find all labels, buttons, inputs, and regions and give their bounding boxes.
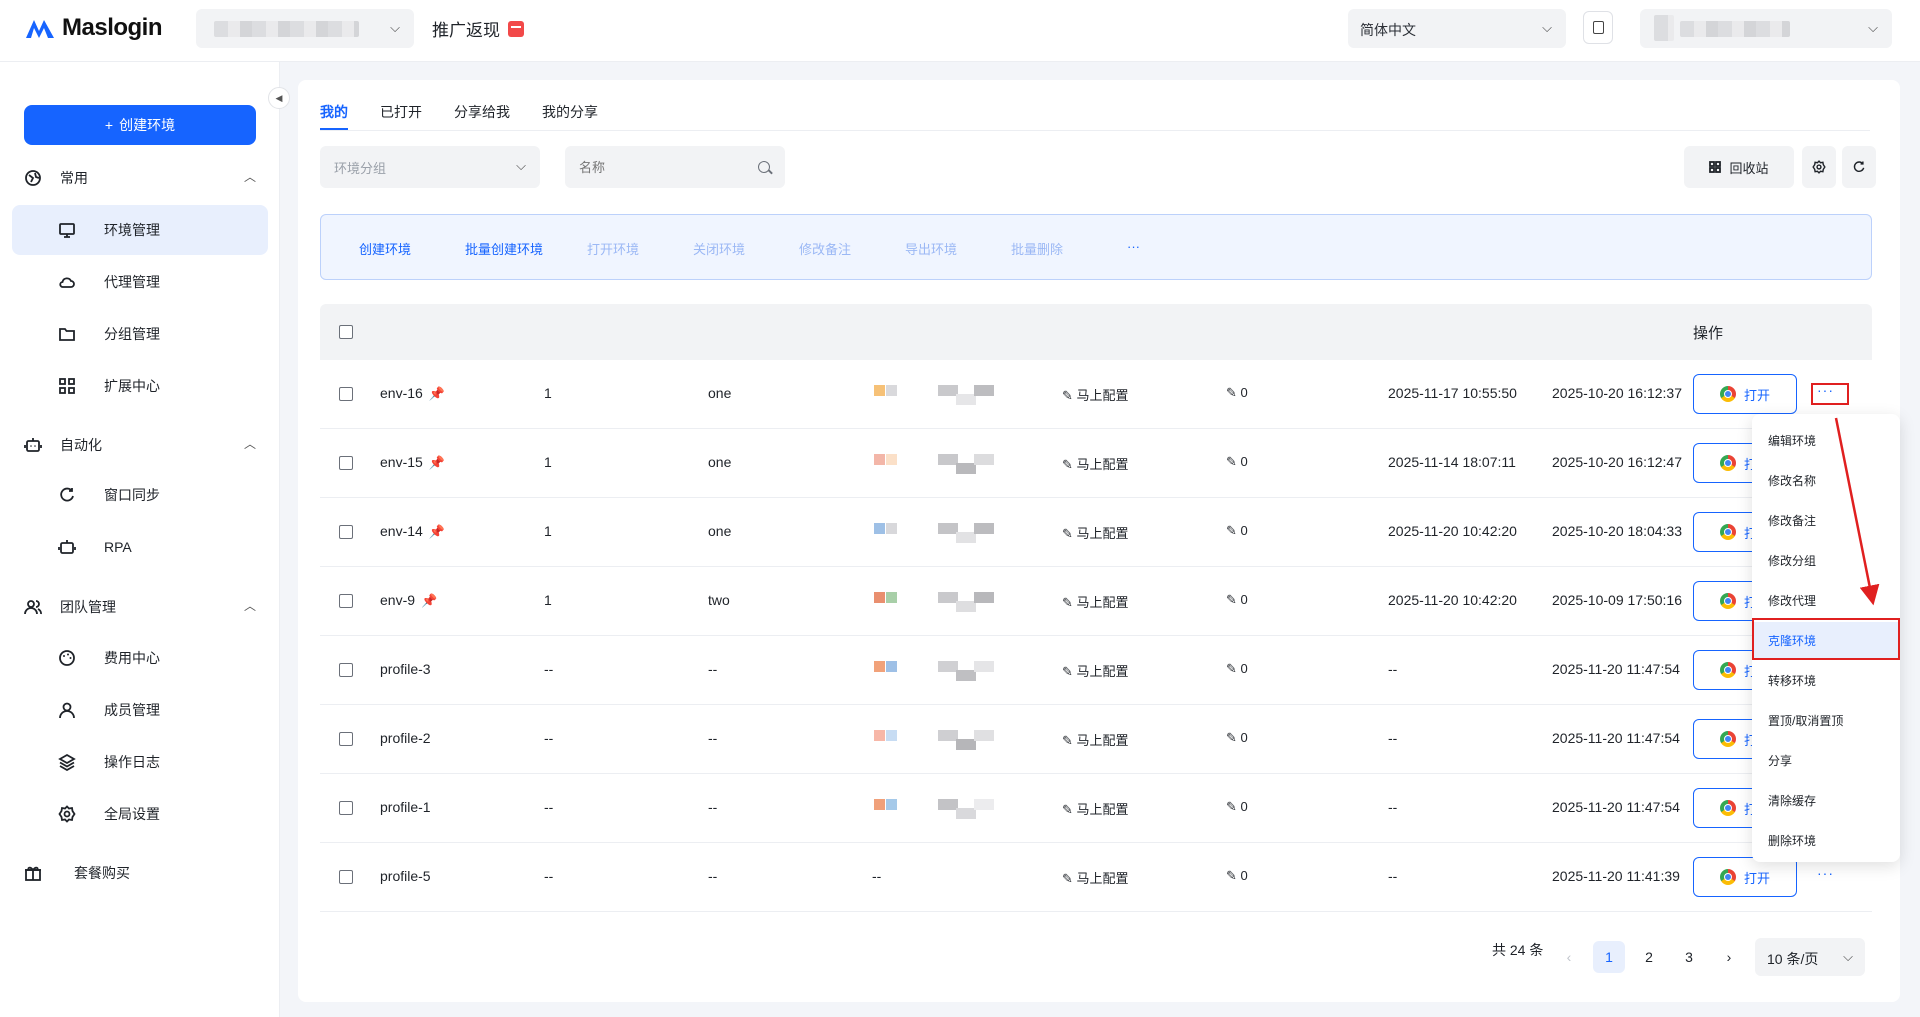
- annotation-arrow: [1834, 417, 1880, 606]
